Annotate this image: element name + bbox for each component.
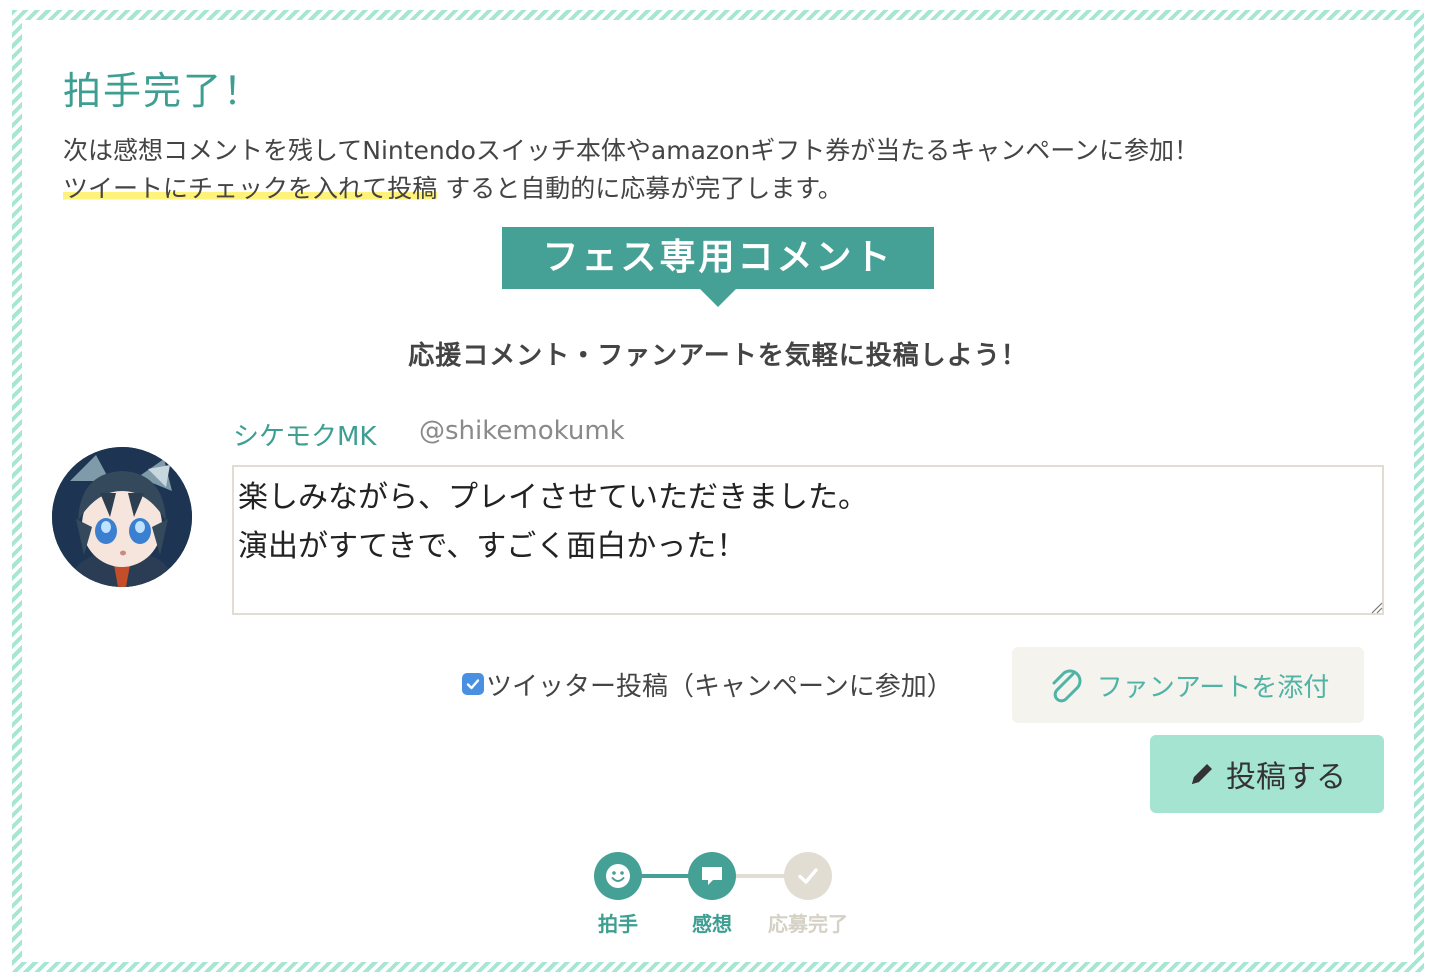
post-button-label: 投稿する [1226,760,1346,795]
pencil-icon [1192,764,1212,784]
lead-line-2: ツイートにチェックを入れて投稿 すると自動的に応募が完了します。 [63,170,1199,208]
attach-fanart-button[interactable]: ファンアートを添付 [1012,647,1364,723]
tweet-checkbox[interactable] [462,673,484,695]
tweet-checkbox-row[interactable]: ツイッター投稿（キャンペーンに参加） [462,667,953,702]
tweet-checkbox-label: ツイッター投稿（キャンペーンに参加） [486,671,953,702]
step-1-circle [594,852,642,900]
step-2-circle [688,852,736,900]
step-3-circle [784,852,832,900]
ribbon-pointer [700,289,736,307]
avatar [52,447,192,587]
resize-grip-icon[interactable] [1369,600,1383,614]
paperclip-icon [1052,669,1082,703]
lead-highlight: ツイートにチェックを入れて投稿 [63,174,438,203]
check-icon [798,868,818,884]
step-3-label: 応募完了 [768,912,848,936]
smile-icon [606,864,630,888]
speech-bubble-icon [702,867,722,885]
section-ribbon-title: フェス専用コメント [502,227,934,289]
lead-line-2-rest: すると自動的に応募が完了します。 [445,174,843,203]
campaign-lead-text: 次は感想コメントを残してNintendoスイッチ本体やamazonギフト券が当た… [63,132,1199,208]
completion-panel: 拍手完了！ 次は感想コメントを残してNintendoスイッチ本体やamazonギ… [22,20,1414,962]
section-subtitle: 応援コメント・ファンアートを気軽に投稿しよう！ [408,341,1028,371]
post-button[interactable]: 投稿する [1150,735,1384,813]
lead-line-1: 次は感想コメントを残してNintendoスイッチ本体やamazonギフト券が当た… [63,136,1199,165]
attach-fanart-label: ファンアートを添付 [1096,672,1330,703]
user-handle: @shikemokumk [419,416,625,446]
comment-textarea[interactable]: 楽しみながら、プレイさせていただきました。 演出がすてきで、すごく面白かった！ [232,465,1384,615]
checkmark-icon [466,679,480,690]
user-name: シケモクMK [233,422,377,452]
dashed-border-frame: 拍手完了！ 次は感想コメントを残してNintendoスイッチ本体やamazonギ… [12,10,1424,972]
page-title: 拍手完了！ [63,69,264,113]
